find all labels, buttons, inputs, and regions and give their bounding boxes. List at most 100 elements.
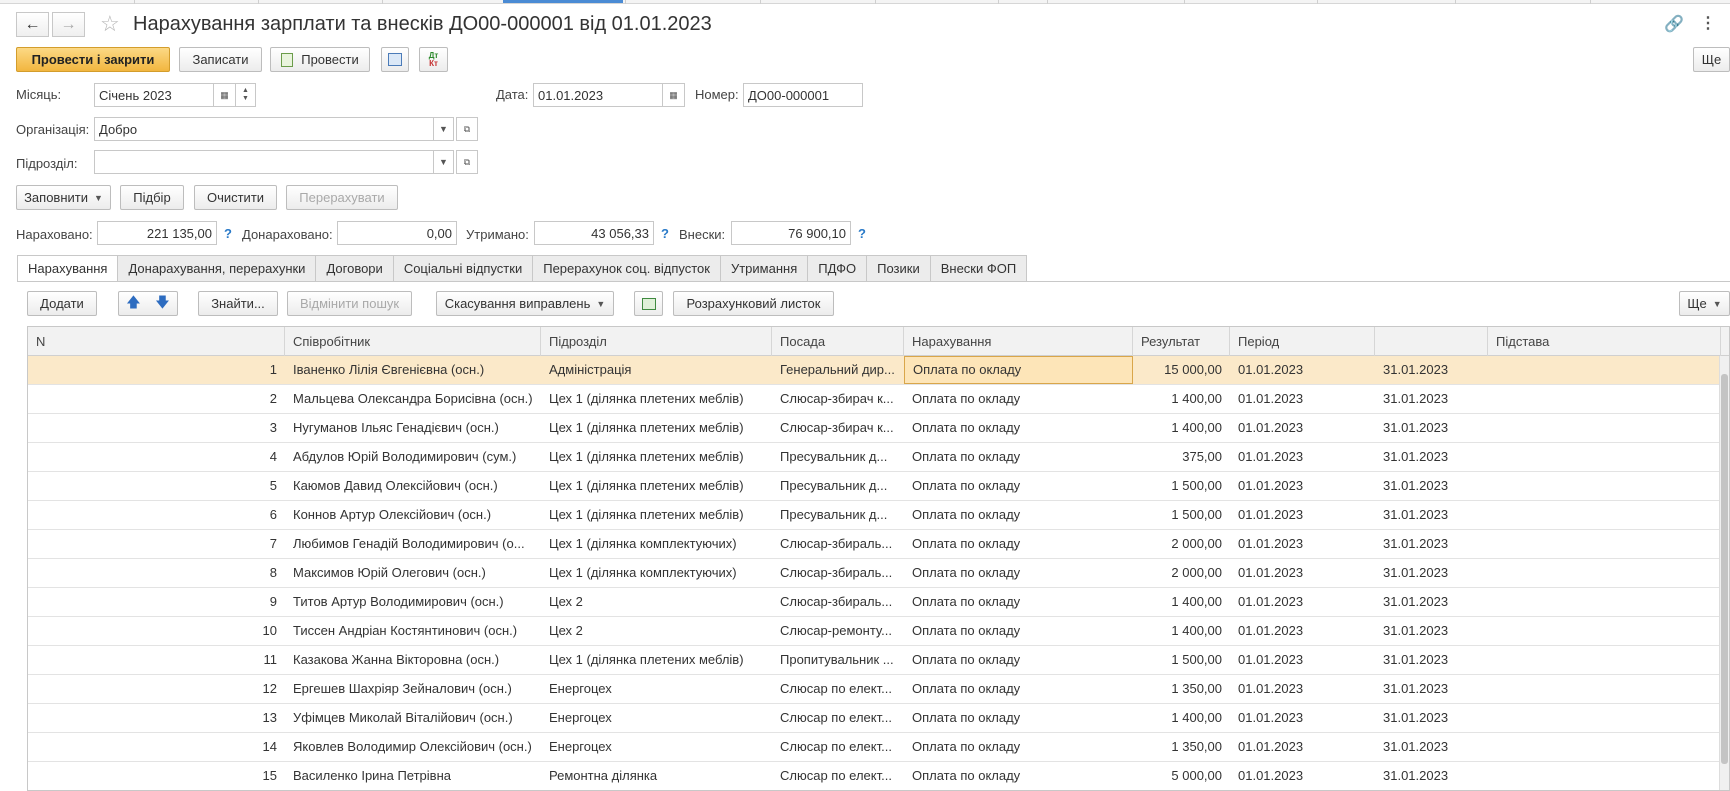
post-button[interactable]: Провести — [270, 47, 370, 72]
table-cell[interactable]: 01.01.2023 — [1230, 559, 1375, 587]
table-cell[interactable]: Абдулов Юрій Володимирович (сум.) — [285, 443, 541, 471]
add-button[interactable]: Додати — [27, 291, 97, 316]
table-cell[interactable]: Цех 1 (ділянка плетених меблів) — [541, 414, 772, 442]
tab-fop-contributions[interactable]: Внески ФОП — [930, 255, 1028, 282]
table-cell[interactable]: 11 — [28, 646, 285, 674]
table-cell[interactable]: Василенко Ірина Петрівна — [285, 762, 541, 790]
table-cell[interactable]: 31.01.2023 — [1375, 646, 1488, 674]
table-cell[interactable] — [1488, 385, 1721, 413]
table-cell[interactable] — [1488, 588, 1721, 616]
table-row[interactable]: 5 Каюмов Давид Олексійович (осн.) Цех 1 (д… — [28, 472, 1729, 501]
table-cell[interactable]: 375,00 — [1133, 443, 1230, 471]
table-cell[interactable]: Оплата по окладу — [904, 588, 1133, 616]
move-up-icon[interactable]: 🡅 — [126, 292, 140, 316]
table-cell[interactable]: Цех 1 (ділянка плетених меблів) — [541, 646, 772, 674]
table-cell[interactable]: Каюмов Давид Олексійович (осн.) — [285, 472, 541, 500]
help-icon[interactable]: ? — [661, 226, 669, 241]
table-row[interactable]: 10 Тиссен Андріан Костянтинович (осн.) Цех… — [28, 617, 1729, 646]
table-cell[interactable]: 1 350,00 — [1133, 733, 1230, 761]
table-cell[interactable]: 1 500,00 — [1133, 501, 1230, 529]
table-cell[interactable]: 01.01.2023 — [1230, 414, 1375, 442]
tab-loans[interactable]: Позики — [867, 255, 931, 282]
table-cell[interactable]: Слюсар-збираль... — [772, 559, 904, 587]
table-cell[interactable]: Слюсар-збирач к... — [772, 414, 904, 442]
table-cell[interactable]: 31.01.2023 — [1375, 675, 1488, 703]
find-button[interactable]: Знайти... — [198, 291, 278, 316]
table-cell[interactable] — [1488, 762, 1721, 790]
table-cell[interactable]: Енергоцех — [541, 675, 772, 703]
more-button[interactable]: Ще — [1693, 47, 1730, 72]
table-cell[interactable]: Оплата по окладу — [904, 617, 1133, 645]
table-cell[interactable]: Мальцева Олександра Борисівна (осн.) — [285, 385, 541, 413]
table-cell[interactable]: Цех 1 (ділянка плетених меблів) — [541, 501, 772, 529]
table-row[interactable]: 14 Яковлев Володимир Олексійович (осн.) Ен… — [28, 733, 1729, 762]
table-cell[interactable]: Пропитувальник ... — [772, 646, 904, 674]
table-cell[interactable]: Оплата по окладу — [904, 414, 1133, 442]
table-cell[interactable]: 31.01.2023 — [1375, 559, 1488, 587]
table-cell[interactable]: 31.01.2023 — [1375, 733, 1488, 761]
table-cell[interactable]: 1 400,00 — [1133, 704, 1230, 732]
date-field[interactable]: 01.01.2023 — [533, 83, 663, 107]
help-icon[interactable]: ? — [224, 226, 232, 241]
accruals-table[interactable]: N Співробітник Підрозділ Посада Нарахування Р… — [27, 326, 1730, 791]
month-field[interactable]: Січень 2023 — [94, 83, 214, 107]
table-cell[interactable]: 13 — [28, 704, 285, 732]
back-button[interactable]: ← — [16, 12, 49, 37]
table-cell[interactable]: 5 — [28, 472, 285, 500]
table-cell[interactable]: 1 — [28, 356, 285, 384]
table-cell[interactable]: Оплата по окладу — [904, 443, 1133, 471]
table-cell[interactable]: Оплата по окладу — [904, 356, 1133, 384]
tab-pdfo[interactable]: ПДФО — [808, 255, 868, 282]
table-cell[interactable]: Слюсар-збираль... — [772, 530, 904, 558]
table-cell[interactable]: Слюсар по елект... — [772, 675, 904, 703]
table-cell[interactable]: 01.01.2023 — [1230, 704, 1375, 732]
help-icon[interactable]: ? — [858, 226, 866, 241]
table-cell[interactable]: 9 — [28, 588, 285, 616]
table-cell[interactable]: 31.01.2023 — [1375, 704, 1488, 732]
scrollbar-thumb[interactable] — [1721, 374, 1728, 764]
table-cell[interactable]: 15 — [28, 762, 285, 790]
tab-contracts[interactable]: Договори — [316, 255, 394, 282]
table-cell[interactable]: Максимов Юрій Олегович (осн.) — [285, 559, 541, 587]
table-cell[interactable]: 31.01.2023 — [1375, 356, 1488, 384]
table-cell[interactable]: 01.01.2023 — [1230, 588, 1375, 616]
star-icon[interactable]: ☆ — [100, 11, 120, 37]
table-cell[interactable]: Оплата по окладу — [904, 733, 1133, 761]
table-cell[interactable]: 1 500,00 — [1133, 472, 1230, 500]
table-cell[interactable]: 01.01.2023 — [1230, 501, 1375, 529]
column-header[interactable]: Період — [1230, 327, 1375, 356]
table-cell[interactable]: 01.01.2023 — [1230, 675, 1375, 703]
table-cell[interactable]: Уфімцев Миколай Віталійович (осн.) — [285, 704, 541, 732]
fill-button[interactable]: Заповнити ▼ — [16, 185, 111, 210]
table-cell[interactable]: Слюсар по елект... — [772, 733, 904, 761]
table-cell[interactable]: Ремонтна ділянка — [541, 762, 772, 790]
table-row[interactable]: 8 Максимов Юрій Олегович (осн.) Цех 1 (діл… — [28, 559, 1729, 588]
table-cell[interactable]: 2 000,00 — [1133, 530, 1230, 558]
clear-button[interactable]: Очистити — [194, 185, 277, 210]
table-cell[interactable]: 1 400,00 — [1133, 385, 1230, 413]
table-cell[interactable]: Цех 1 (ділянка плетених меблів) — [541, 385, 772, 413]
table-cell[interactable]: Цех 2 — [541, 588, 772, 616]
table-cell[interactable]: Любимов Генадій Володимирович (о... — [285, 530, 541, 558]
table-cell[interactable]: Оплата по окладу — [904, 530, 1133, 558]
tab-social-leaves[interactable]: Соціальні відпустки — [393, 255, 534, 282]
cancel-search-button[interactable]: Відмінити пошук — [287, 291, 412, 316]
column-header[interactable]: Посада — [772, 327, 904, 356]
table-cell[interactable]: 01.01.2023 — [1230, 762, 1375, 790]
table-row[interactable]: 4 Абдулов Юрій Володимирович (сум.) Цех 1 … — [28, 443, 1729, 472]
table-cell[interactable]: Цех 1 (ділянка плетених меблів) — [541, 472, 772, 500]
table-cell[interactable]: 3 — [28, 414, 285, 442]
table-cell[interactable]: Оплата по окладу — [904, 675, 1133, 703]
table-cell[interactable]: 2 000,00 — [1133, 559, 1230, 587]
table-cell[interactable] — [1488, 472, 1721, 500]
table-cell[interactable]: 15 000,00 — [1133, 356, 1230, 384]
table-cell[interactable]: 31.01.2023 — [1375, 617, 1488, 645]
table-row[interactable]: 2 Мальцева Олександра Борисівна (осн.) Цех… — [28, 385, 1729, 414]
table-cell[interactable] — [1488, 617, 1721, 645]
table-cell[interactable]: 01.01.2023 — [1230, 646, 1375, 674]
table-cell[interactable]: Генеральний дир... — [772, 356, 904, 384]
table-row[interactable]: 11 Казакова Жанна Вікторовна (осн.) Цех 1 … — [28, 646, 1729, 675]
table-cell[interactable]: 1 400,00 — [1133, 617, 1230, 645]
calendar-icon[interactable]: ▦ — [214, 83, 236, 107]
table-cell[interactable]: Пресувальник д... — [772, 472, 904, 500]
